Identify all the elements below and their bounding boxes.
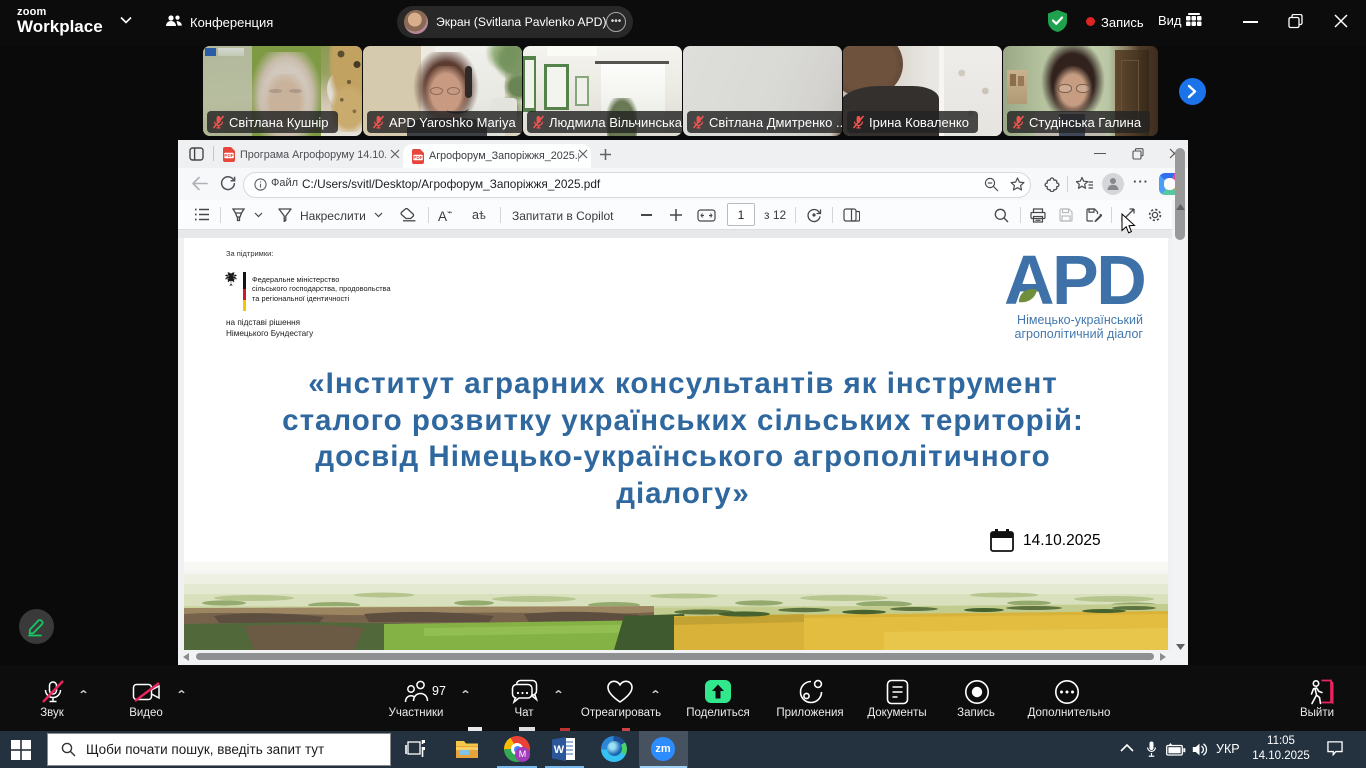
svg-text:PDF: PDF [413, 155, 422, 160]
svg-text:W: W [554, 744, 565, 756]
svg-text:PDF: PDF [224, 153, 233, 158]
